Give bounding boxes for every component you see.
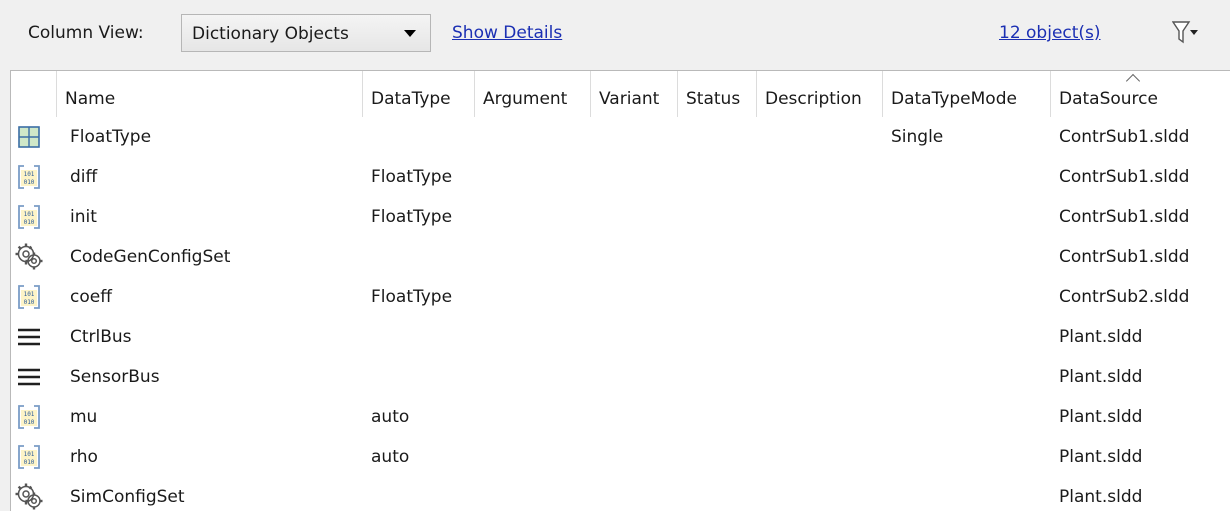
cell-datasource: Plant.sldd [1059, 367, 1143, 387]
cell-name: coeff [70, 287, 112, 307]
column-header-datatypemode[interactable]: DataTypeMode [883, 71, 1051, 117]
column-view-value: Dictionary Objects [192, 24, 349, 44]
column-header-variant[interactable]: Variant [591, 71, 678, 117]
cell-datasource: ContrSub1.sldd [1059, 207, 1190, 227]
svg-text:010: 010 [24, 219, 35, 226]
objects-table: Name DataType Argument Variant Status De… [10, 70, 1230, 511]
filter-icon[interactable] [1172, 20, 1198, 46]
cell-datatype: FloatType [371, 167, 453, 187]
column-header-datasource[interactable]: DataSource [1051, 71, 1230, 117]
table-row[interactable]: 101 010 coeff FloatType ContrSub2.sldd [11, 277, 1230, 317]
cell-datatype: FloatType [371, 287, 453, 307]
table-header: Name DataType Argument Variant Status De… [11, 71, 1230, 117]
table-row[interactable]: 101 010 rho auto Plant.sldd [11, 437, 1230, 477]
bus-icon [13, 321, 45, 353]
cell-datasource: Plant.sldd [1059, 327, 1143, 347]
numeric-type-icon [13, 121, 45, 153]
bus-icon [13, 361, 45, 393]
svg-text:010: 010 [24, 299, 35, 306]
config-set-icon [13, 481, 45, 511]
object-count-link[interactable]: 12 object(s) [999, 23, 1101, 43]
svg-text:010: 010 [24, 179, 35, 186]
show-details-link[interactable]: Show Details [452, 23, 562, 43]
svg-text:101: 101 [24, 211, 35, 218]
table-row[interactable]: 101 010 mu auto Plant.sldd [11, 397, 1230, 437]
cell-datasource: ContrSub1.sldd [1059, 247, 1190, 267]
column-header-argument[interactable]: Argument [475, 71, 591, 117]
cell-name: mu [70, 407, 98, 427]
cell-name: FloatType [70, 127, 152, 147]
svg-text:101: 101 [24, 291, 35, 298]
cell-datatype: auto [371, 407, 410, 427]
svg-text:010: 010 [24, 459, 35, 466]
cell-name: SimConfigSet [70, 487, 185, 507]
table-row[interactable]: CtrlBus Plant.sldd [11, 317, 1230, 357]
table-row[interactable]: 101 010 init FloatType ContrSub1.sldd [11, 197, 1230, 237]
toolbar: Column View: Dictionary Objects Show Det… [0, 0, 1230, 70]
cell-datatype: FloatType [371, 207, 453, 227]
cell-datasource: Plant.sldd [1059, 487, 1143, 507]
parameter-icon: 101 010 [13, 281, 45, 313]
cell-datasource: ContrSub1.sldd [1059, 167, 1190, 187]
column-view-label: Column View: [28, 23, 144, 43]
cell-name: init [70, 207, 97, 227]
config-set-icon [13, 241, 45, 273]
table-row[interactable]: SimConfigSet Plant.sldd [11, 477, 1230, 511]
cell-datasource: Plant.sldd [1059, 407, 1143, 427]
column-header-datatype[interactable]: DataType [363, 71, 475, 117]
cell-name: diff [70, 167, 98, 187]
cell-datasource: ContrSub2.sldd [1059, 287, 1190, 307]
cell-name: CtrlBus [70, 327, 132, 347]
cell-datatype: auto [371, 447, 410, 467]
table-row[interactable]: CodeGenConfigSet ContrSub1.sldd [11, 237, 1230, 277]
cell-datasource: ContrSub1.sldd [1059, 127, 1190, 147]
svg-text:101: 101 [24, 451, 35, 458]
cell-name: CodeGenConfigSet [70, 247, 231, 267]
column-header-description[interactable]: Description [757, 71, 883, 117]
cell-name: rho [70, 447, 98, 467]
svg-text:010: 010 [24, 419, 35, 426]
table-row[interactable]: SensorBus Plant.sldd [11, 357, 1230, 397]
cell-datasource: Plant.sldd [1059, 447, 1143, 467]
parameter-icon: 101 010 [13, 161, 45, 193]
table-row[interactable]: 101 010 diff FloatType ContrSub1.sldd [11, 157, 1230, 197]
svg-text:101: 101 [24, 171, 35, 178]
table-row[interactable]: FloatType Single ContrSub1.sldd [11, 117, 1230, 157]
column-header-status[interactable]: Status [678, 71, 757, 117]
cell-datatypemode: Single [891, 127, 944, 147]
parameter-icon: 101 010 [13, 201, 45, 233]
chevron-down-icon [404, 30, 416, 37]
column-header-icon[interactable] [11, 71, 57, 117]
parameter-icon: 101 010 [13, 401, 45, 433]
parameter-icon: 101 010 [13, 441, 45, 473]
column-header-name[interactable]: Name [57, 71, 363, 117]
svg-text:101: 101 [24, 411, 35, 418]
cell-name: SensorBus [70, 367, 160, 387]
column-view-dropdown[interactable]: Dictionary Objects [181, 14, 431, 52]
